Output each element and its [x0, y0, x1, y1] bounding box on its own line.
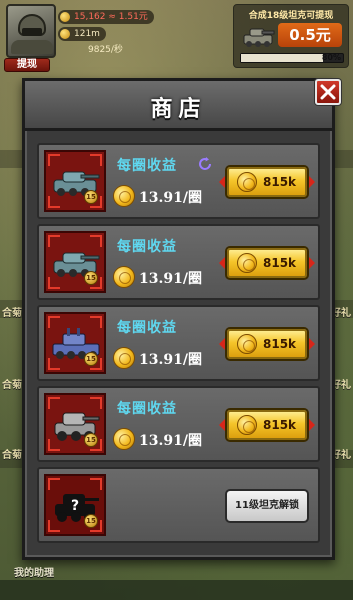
earn-label: 每圈收益: [117, 158, 177, 174]
unlock-requirement-button[interactable]: 11级坦克解锁: [225, 489, 309, 523]
coin-balance-text: 121m: [74, 29, 100, 39]
side-label-left: 合菊: [2, 380, 22, 391]
shop-item: 15 每圈收益 13.91/圈 815k: [37, 224, 320, 300]
earn-label: 每圈收益: [117, 401, 177, 417]
cash-icon: [60, 12, 70, 22]
level-badge: 15: [84, 190, 98, 204]
shop-item-locked: ? 15 11级坦克解锁: [37, 467, 320, 543]
buy-button[interactable]: 815k: [219, 165, 315, 199]
price-label: 815k: [263, 337, 297, 351]
buy-button[interactable]: 815k: [219, 246, 315, 280]
buy-button[interactable]: 815k: [219, 408, 315, 442]
income-rate: 9825/秒: [58, 43, 129, 57]
income-value: 13.91/圈: [139, 271, 202, 287]
earn-label: 每圈收益: [117, 239, 177, 255]
gold-balance: 15,162 ≈ 1.51元: [58, 10, 154, 24]
shop-item: 15 每圈收益 13.91/圈 815k: [37, 305, 320, 381]
coin-icon: [113, 266, 135, 288]
coin-icon: [113, 428, 135, 450]
level-badge: 15: [84, 352, 98, 366]
bottom-bar: [0, 580, 353, 600]
locked-tank-thumbnail: ? 15: [44, 474, 106, 536]
coin-icon: [113, 347, 135, 369]
reward-progress-fill: [241, 54, 323, 62]
price-label: 815k: [263, 418, 297, 432]
shop-item: 15 每圈收益 13.91/圈 815k: [37, 143, 320, 219]
tank-thumbnail: 15: [44, 393, 106, 455]
tank-icon: [243, 28, 275, 47]
withdraw-button[interactable]: 提现: [4, 58, 50, 72]
level-badge: 15: [84, 271, 98, 285]
tank-thumbnail: 15: [44, 150, 106, 212]
buy-button[interactable]: 815k: [219, 327, 315, 361]
shop-header: 商店: [25, 81, 332, 131]
reward-amount: 0.5元: [278, 23, 342, 47]
price-label: 815k: [263, 256, 297, 270]
shop-title: 商店: [150, 97, 207, 122]
level-badge: 15: [84, 433, 98, 447]
withdraw-reward-panel[interactable]: 合成18级坦克可提现 0.5元 80%: [233, 4, 349, 68]
side-label-left: 合菊: [2, 308, 22, 319]
price-label: 815k: [263, 175, 297, 189]
tank-thumbnail: 15: [44, 312, 106, 374]
income-value: 13.91/圈: [139, 352, 202, 368]
reward-progress-bar: 80%: [240, 53, 344, 63]
coin-icon: [237, 415, 257, 435]
shop-item: 15 每圈收益 13.91/圈 815k: [37, 386, 320, 462]
income-rate-text: 9825/秒: [88, 45, 123, 55]
player-avatar[interactable]: [6, 4, 56, 58]
gold-balance-text: 15,162 ≈ 1.51元: [74, 12, 148, 22]
reward-title: 合成18级坦克可提现: [248, 11, 334, 21]
reward-progress-label: 80%: [321, 53, 341, 62]
top-hud: 提现 15,162 ≈ 1.51元 121m 9825/秒 合成18级坦克可提现…: [0, 0, 353, 72]
coin-icon: [237, 334, 257, 354]
tank-thumbnail: 15: [44, 231, 106, 293]
level-badge: 15: [84, 514, 98, 528]
close-button[interactable]: [315, 79, 341, 105]
refresh-icon[interactable]: [197, 156, 213, 172]
earn-label: 每圈收益: [117, 320, 177, 336]
coin-icon: [60, 29, 70, 39]
coin-icon: [237, 172, 257, 192]
close-icon: [320, 84, 336, 100]
coin-icon: [113, 185, 135, 207]
income-value: 13.91/圈: [139, 433, 202, 449]
side-label-left: 合菊: [2, 450, 22, 461]
coin-balance: 121m: [58, 27, 106, 41]
mystery-mark: ?: [71, 498, 79, 514]
coin-icon: [237, 253, 257, 273]
shop-dialog: 商店 15 每圈收益 13.91/圈 815k 15 每圈收益 13.91/圈 …: [22, 78, 341, 560]
income-value: 13.91/圈: [139, 190, 202, 206]
helper-label[interactable]: 我的助理: [14, 564, 54, 579]
